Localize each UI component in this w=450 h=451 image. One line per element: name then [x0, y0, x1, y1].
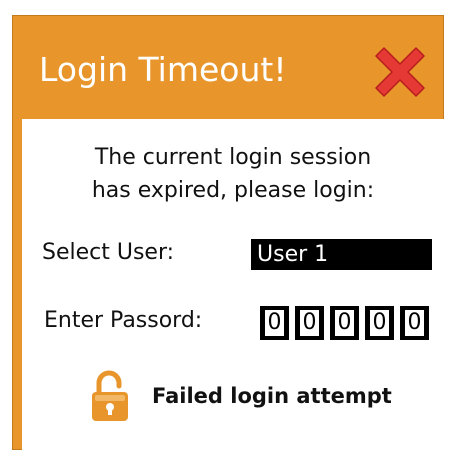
select-user-label: Select User: — [42, 240, 175, 265]
password-digit-3[interactable]: 0 — [330, 306, 359, 340]
user-select[interactable]: User 1 — [251, 239, 432, 270]
password-digit-2[interactable]: 0 — [295, 306, 324, 340]
unlocked-padlock-icon — [92, 370, 128, 421]
session-expired-message: The current login session has expired, p… — [22, 141, 444, 207]
password-digit-5[interactable]: 0 — [400, 306, 429, 340]
close-icon — [375, 47, 425, 97]
dialog-content: The current login session has expired, p… — [22, 119, 444, 451]
login-timeout-dialog: Login Timeout! The current login session… — [12, 15, 444, 451]
password-digit-4[interactable]: 0 — [365, 306, 394, 340]
dialog-title: Login Timeout! — [39, 50, 287, 89]
message-line-2: has expired, please login: — [91, 178, 375, 203]
title-bar: Login Timeout! — [13, 16, 443, 119]
status-message: Failed login attempt — [152, 384, 392, 408]
message-line-1: The current login session — [94, 145, 372, 170]
password-label: Enter Passord: — [44, 308, 203, 333]
password-digit-1[interactable]: 0 — [260, 306, 289, 340]
close-button[interactable] — [370, 42, 430, 102]
login-status: Failed login attempt — [90, 369, 392, 423]
password-digits: 0 0 0 0 0 — [260, 306, 429, 340]
